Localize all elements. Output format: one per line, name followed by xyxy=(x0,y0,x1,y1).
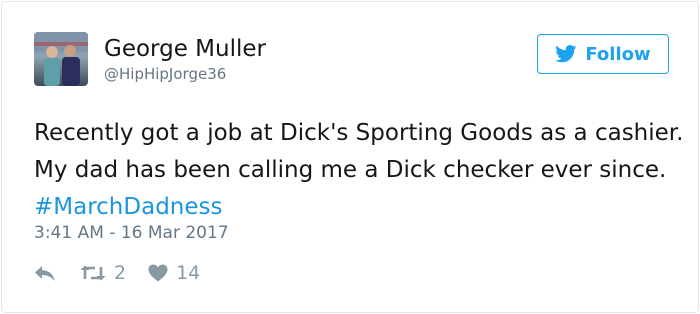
tweet-timestamp[interactable]: 3:41 AM - 16 Mar 2017 xyxy=(34,223,229,243)
heart-icon xyxy=(148,264,168,282)
reply-icon xyxy=(35,266,55,281)
tweet-actions: 2 14 xyxy=(34,261,200,285)
reply-button[interactable] xyxy=(34,264,56,282)
like-button[interactable]: 14 xyxy=(148,262,200,284)
retweet-icon xyxy=(80,265,106,281)
author-handle[interactable]: @HipHipJorge36 xyxy=(104,65,226,83)
like-count: 14 xyxy=(176,262,201,284)
retweet-button[interactable]: 2 xyxy=(80,262,126,284)
retweet-count: 2 xyxy=(114,262,127,284)
tweet-text: Recently got a job at Dick's Sporting Go… xyxy=(34,115,684,226)
tweet-body: Recently got a job at Dick's Sporting Go… xyxy=(34,120,684,183)
author-name[interactable]: George Muller xyxy=(104,36,266,62)
follow-button[interactable]: Follow xyxy=(537,34,669,74)
tweet-card: George Muller @HipHipJorge36 Follow Rece… xyxy=(1,1,699,313)
follow-label: Follow xyxy=(585,43,651,65)
avatar[interactable] xyxy=(34,32,88,86)
twitter-bird-icon xyxy=(555,45,577,63)
hashtag-link[interactable]: #MarchDadness xyxy=(34,194,222,220)
